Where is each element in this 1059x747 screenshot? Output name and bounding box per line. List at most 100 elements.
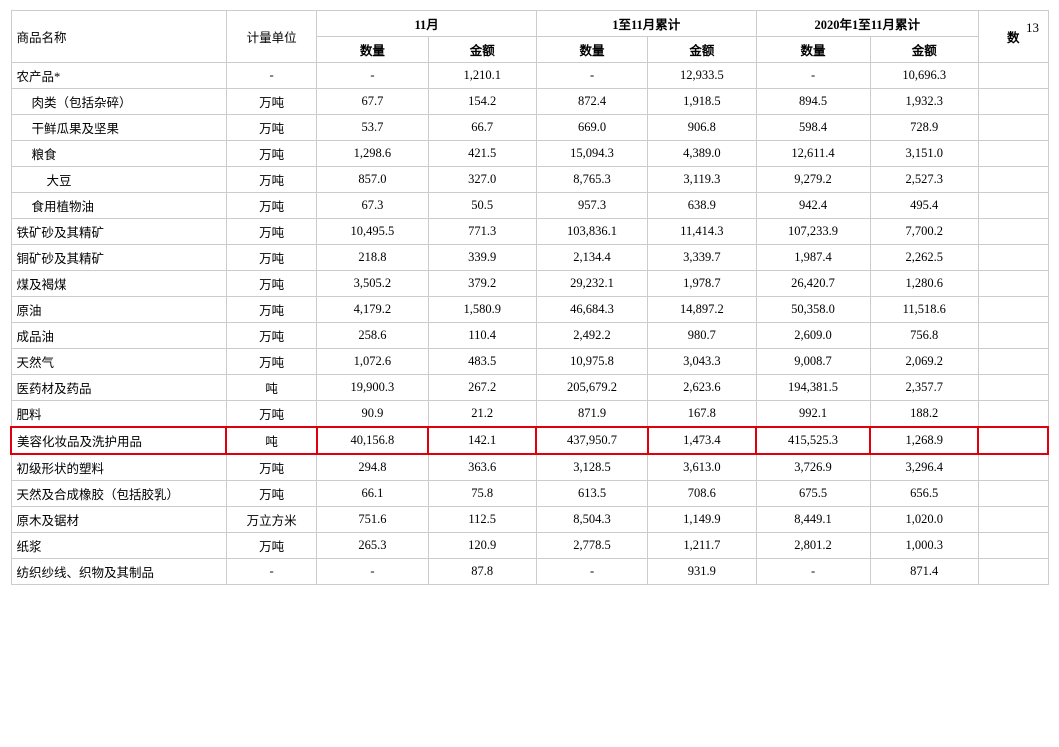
row-ytd-amt: 14,897.2: [648, 297, 756, 323]
row-nov-amt: 112.5: [428, 507, 536, 533]
row-unit: 万吨: [226, 271, 316, 297]
row-product-name: 纺织纱线、织物及其制品: [11, 559, 226, 585]
row-extra: [978, 297, 1048, 323]
row-nov-qty: 4,179.2: [317, 297, 428, 323]
row-product-name: 粮食: [11, 141, 226, 167]
row-ytd-amt: 931.9: [648, 559, 756, 585]
row-nov-qty: 90.9: [317, 401, 428, 428]
row-nov-qty: 66.1: [317, 481, 428, 507]
row-ytd-amt: 12,933.5: [648, 63, 756, 89]
row-product-name: 肉类（包括杂碎）: [11, 89, 226, 115]
row-nov-qty: 53.7: [317, 115, 428, 141]
row-nov-qty: 1,072.6: [317, 349, 428, 375]
header-row-1: 商品名称 计量单位 11月 1至11月累计 2020年1至11月累计 数: [11, 11, 1048, 37]
row-unit: 万吨: [226, 297, 316, 323]
row-product-name: 大豆: [11, 167, 226, 193]
row-unit: 万吨: [226, 454, 316, 481]
row-unit: -: [226, 63, 316, 89]
table-row: 食用植物油万吨67.350.5957.3638.9942.4495.4: [11, 193, 1048, 219]
table-body: 农产品*--1,210.1-12,933.5-10,696.3肉类（包括杂碎）万…: [11, 63, 1048, 585]
row-unit: 万吨: [226, 245, 316, 271]
data-table: 商品名称 计量单位 11月 1至11月累计 2020年1至11月累计 数 数量 …: [10, 10, 1049, 585]
row-extra: [978, 559, 1048, 585]
row-ytd20-qty: 1,987.4: [756, 245, 870, 271]
row-nov-amt: 1,580.9: [428, 297, 536, 323]
row-ytd-qty: 205,679.2: [536, 375, 647, 401]
ytd20-amt-header: 金额: [870, 37, 978, 63]
row-ytd20-qty: 942.4: [756, 193, 870, 219]
row-nov-amt: 267.2: [428, 375, 536, 401]
row-ytd20-qty: 2,801.2: [756, 533, 870, 559]
row-nov-amt: 363.6: [428, 454, 536, 481]
row-ytd20-amt: 3,151.0: [870, 141, 978, 167]
row-product-name: 食用植物油: [11, 193, 226, 219]
row-extra: [978, 481, 1048, 507]
row-ytd20-amt: 7,700.2: [870, 219, 978, 245]
row-product-name: 天然及合成橡胶（包括胶乳）: [11, 481, 226, 507]
row-nov-qty: 1,298.6: [317, 141, 428, 167]
row-nov-amt: 50.5: [428, 193, 536, 219]
row-unit: 万吨: [226, 481, 316, 507]
row-nov-amt: 110.4: [428, 323, 536, 349]
row-ytd-amt: 1,149.9: [648, 507, 756, 533]
row-ytd20-qty: 50,358.0: [756, 297, 870, 323]
row-product-name: 农产品*: [11, 63, 226, 89]
row-product-name: 干鲜瓜果及坚果: [11, 115, 226, 141]
row-ytd-amt: 4,389.0: [648, 141, 756, 167]
col-unit-header: 计量单位: [226, 11, 316, 63]
row-ytd20-amt: 2,069.2: [870, 349, 978, 375]
table-row: 天然及合成橡胶（包括胶乳）万吨66.175.8613.5708.6675.565…: [11, 481, 1048, 507]
row-extra: [978, 193, 1048, 219]
table-row: 煤及褐煤万吨3,505.2379.229,232.11,978.726,420.…: [11, 271, 1048, 297]
row-unit: 吨: [226, 427, 316, 454]
row-product-name: 纸浆: [11, 533, 226, 559]
row-ytd20-amt: 1,000.3: [870, 533, 978, 559]
row-nov-qty: 857.0: [317, 167, 428, 193]
row-ytd-amt: 1,473.4: [648, 427, 756, 454]
row-unit: 万吨: [226, 533, 316, 559]
ytd-header: 1至11月累计: [536, 11, 756, 37]
row-ytd20-amt: 1,932.3: [870, 89, 978, 115]
row-product-name: 铜矿砂及其精矿: [11, 245, 226, 271]
row-extra: [978, 115, 1048, 141]
nov-header: 11月: [317, 11, 537, 37]
table-row: 肉类（包括杂碎）万吨67.7154.2872.41,918.5894.51,93…: [11, 89, 1048, 115]
row-ytd-qty: 8,504.3: [536, 507, 647, 533]
row-product-name: 初级形状的塑料: [11, 454, 226, 481]
row-ytd-amt: 638.9: [648, 193, 756, 219]
page-number: 13: [1026, 20, 1039, 36]
row-nov-amt: 87.8: [428, 559, 536, 585]
row-extra: [978, 454, 1048, 481]
row-nov-amt: 771.3: [428, 219, 536, 245]
row-ytd20-amt: 2,262.5: [870, 245, 978, 271]
row-unit: 万吨: [226, 219, 316, 245]
row-ytd20-amt: 10,696.3: [870, 63, 978, 89]
row-ytd20-qty: 26,420.7: [756, 271, 870, 297]
table-row: 干鲜瓜果及坚果万吨53.766.7669.0906.8598.4728.9: [11, 115, 1048, 141]
row-unit: 万吨: [226, 89, 316, 115]
row-extra: [978, 375, 1048, 401]
row-ytd20-qty: 12,611.4: [756, 141, 870, 167]
table-row: 肥料万吨90.921.2871.9167.8992.1188.2: [11, 401, 1048, 428]
row-product-name: 铁矿砂及其精矿: [11, 219, 226, 245]
row-ytd-qty: 103,836.1: [536, 219, 647, 245]
row-ytd-amt: 980.7: [648, 323, 756, 349]
row-ytd-qty: 29,232.1: [536, 271, 647, 297]
table-row: 纸浆万吨265.3120.92,778.51,211.72,801.21,000…: [11, 533, 1048, 559]
row-ytd-qty: 46,684.3: [536, 297, 647, 323]
row-extra: [978, 349, 1048, 375]
row-nov-amt: 142.1: [428, 427, 536, 454]
row-unit: 万吨: [226, 401, 316, 428]
row-ytd-qty: 2,134.4: [536, 245, 647, 271]
row-ytd-amt: 3,043.3: [648, 349, 756, 375]
row-ytd-qty: 2,778.5: [536, 533, 647, 559]
row-ytd20-amt: 871.4: [870, 559, 978, 585]
row-nov-qty: -: [317, 559, 428, 585]
row-ytd20-qty: 415,525.3: [756, 427, 870, 454]
row-ytd20-qty: 8,449.1: [756, 507, 870, 533]
row-extra: [978, 427, 1048, 454]
row-product-name: 煤及褐煤: [11, 271, 226, 297]
row-unit: 万吨: [226, 323, 316, 349]
row-nov-amt: 483.5: [428, 349, 536, 375]
table-row: 成品油万吨258.6110.42,492.2980.72,609.0756.8: [11, 323, 1048, 349]
